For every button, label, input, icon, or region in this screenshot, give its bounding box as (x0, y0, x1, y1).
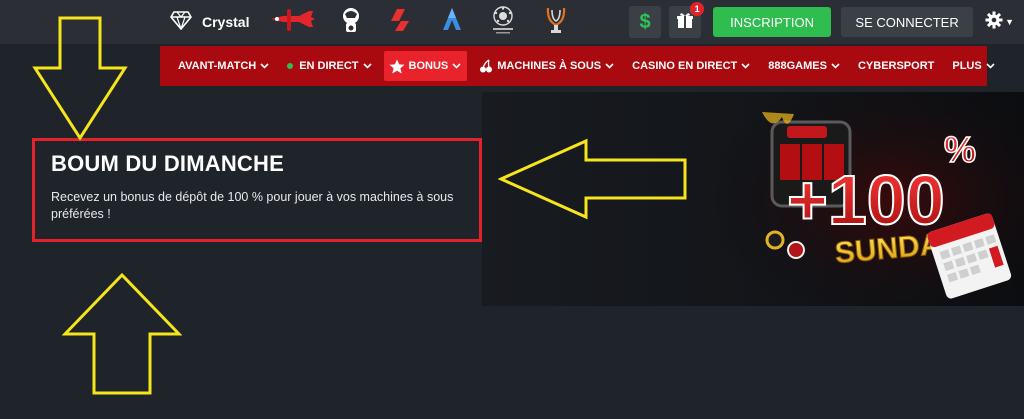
nav-item-en-direct[interactable]: EN DIRECT (281, 51, 377, 81)
chevron-down-icon (831, 63, 840, 69)
promo-highlight-box: BOUM DU DIMANCHE Recevez un bonus de dép… (32, 138, 482, 242)
serie-a-icon (441, 6, 463, 39)
laliga-icon (387, 7, 413, 38)
nav-item-plus[interactable]: PLUS (946, 51, 1000, 81)
star-icon (389, 59, 405, 74)
gear-icon (985, 11, 1003, 34)
europa-league-icon (543, 5, 569, 40)
nav-item-888games[interactable]: 888GAMES (762, 51, 846, 81)
nav-item-avant-match[interactable]: AVANT-MATCH (172, 51, 275, 81)
login-button[interactable]: SE CONNECTER (841, 7, 974, 37)
premier-league-link[interactable] (339, 5, 363, 39)
europa-league-link[interactable] (543, 5, 569, 39)
chevron-down-icon (260, 63, 269, 69)
aviator-link[interactable] (269, 5, 317, 39)
nav-item-cybersport[interactable]: CYBERSPORT (852, 51, 940, 81)
dollar-icon: $ (639, 10, 651, 33)
nav-item-casino-en-direct[interactable]: CASINO EN DIRECT (626, 51, 756, 81)
chevron-down-icon (741, 63, 750, 69)
nav-item-machines-a-sous[interactable]: MACHINES À SOUS (473, 51, 620, 81)
main-nav: AVANT-MATCH EN DIRECT BONUS MACHINES À S… (160, 46, 995, 86)
inscription-button[interactable]: INSCRIPTION (713, 7, 832, 37)
champions-league-link[interactable] (489, 5, 517, 39)
top-actions: $ 1 INSCRIPTION SE CONNECTER ▼ (629, 2, 1024, 38)
nav-item-label: 888GAMES (768, 60, 827, 72)
chevron-down-icon (452, 63, 461, 69)
banner-percent-sign: % (944, 129, 976, 170)
chevron-down-icon (986, 63, 995, 69)
laliga-link[interactable] (387, 5, 413, 39)
nav-item-bonus[interactable]: BONUS (383, 51, 468, 81)
up-arrow-annotation-icon (62, 272, 182, 395)
settings-button[interactable]: ▼ (985, 11, 1014, 34)
serie-a-link[interactable] (441, 5, 463, 39)
banner-plus-100: +100 (787, 161, 945, 239)
top-game-links: Crystal (170, 5, 569, 39)
left-arrow-annotation-icon (498, 138, 687, 220)
crystal-link[interactable]: Crystal (170, 5, 269, 39)
chevron-down-icon: ▼ (1005, 17, 1014, 27)
chevron-down-icon (362, 63, 372, 69)
crystal-label: Crystal (202, 14, 250, 30)
nav-item-label: BONUS (408, 60, 449, 72)
diamond-icon (170, 10, 192, 35)
nav-item-label: EN DIRECT (299, 60, 359, 72)
champions-league-icon (489, 5, 517, 40)
nav-item-label: CYBERSPORT (857, 60, 935, 72)
premier-league-icon (339, 6, 363, 39)
promo-title: BOUM DU DIMANCHE (51, 151, 284, 176)
deposit-button[interactable]: $ (629, 6, 662, 38)
nav-item-label: MACHINES À SOUS (497, 60, 602, 72)
cherry-icon (479, 59, 493, 73)
top-bar: Crystal $ 1 INSCRIPTION SE CONNECTER ▼ (0, 0, 1024, 44)
live-dot-icon (287, 63, 294, 69)
promo-description: Recevez un bonus de dépôt de 100 % pour … (51, 190, 454, 221)
aviator-plane-icon (269, 7, 317, 38)
chevron-down-icon (605, 63, 614, 69)
down-arrow-annotation-icon (32, 16, 128, 141)
nav-item-label: CASINO EN DIRECT (632, 60, 738, 72)
nav-item-label: AVANT-MATCH (178, 60, 257, 72)
gift-count-badge: 1 (690, 2, 705, 16)
nav-item-label: PLUS (952, 60, 982, 72)
gift-button[interactable]: 1 (669, 2, 705, 38)
